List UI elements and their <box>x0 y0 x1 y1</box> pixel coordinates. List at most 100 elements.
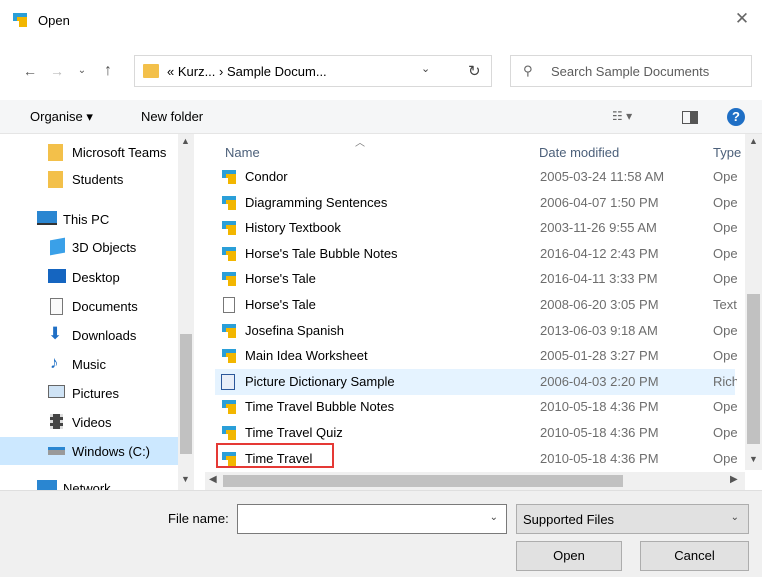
file-row[interactable]: Main Idea Worksheet 2005-01-28 3:27 PM Ope… <box>215 343 737 369</box>
column-header-type[interactable]: Type <box>713 145 741 160</box>
cancel-button[interactable]: Cancel <box>640 541 749 571</box>
file-type: Oper <box>713 425 737 440</box>
file-name-input[interactable]: ⌄ <box>237 504 507 534</box>
file-row[interactable]: History Textbook 2003-11-26 9:55 AM Oper <box>215 215 737 241</box>
downloads-icon: ⬇ <box>48 324 63 343</box>
address-bar[interactable]: « Kurz... › Sample Docum... ⌄ ↻ <box>134 55 492 87</box>
sidebar-item-microsoft-teams[interactable]: Microsoft Teams <box>0 138 178 166</box>
file-name: Josefina Spanish <box>245 322 345 338</box>
scroll-up-icon[interactable]: ▲ <box>749 136 758 146</box>
scroll-left-icon[interactable]: ◀ <box>209 474 217 485</box>
file-name: Time Travel Quiz <box>245 425 343 440</box>
file-type: Oper <box>713 450 737 466</box>
folder-icon <box>48 144 63 161</box>
word-document-icon <box>221 373 235 390</box>
drive-icon <box>48 447 65 455</box>
view-options-icon[interactable]: ☷ ▾ <box>612 109 632 123</box>
file-date-modified: 2013-06-03 9:18 AM <box>540 322 658 338</box>
scroll-down-icon[interactable]: ▼ <box>749 454 758 464</box>
sidebar-item-network[interactable]: Network <box>0 474 178 490</box>
sidebar-item-desktop[interactable]: Desktop <box>0 263 178 291</box>
search-icon: ⚲ <box>523 63 533 78</box>
kurzweil-document-icon <box>222 221 236 236</box>
file-name: Horse's Tale <box>245 297 316 312</box>
file-type: Rich <box>713 373 737 389</box>
file-date-modified: 2016-04-11 3:33 PM <box>540 271 658 287</box>
folder-icon <box>143 64 159 78</box>
open-button[interactable]: Open <box>516 541 622 571</box>
column-header-date[interactable]: Date modified <box>539 145 619 160</box>
file-date-modified: 2016-04-12 2:43 PM <box>540 245 659 261</box>
help-icon[interactable]: ? <box>727 108 745 126</box>
up-button[interactable]: ↑ <box>98 61 118 81</box>
app-icon <box>13 13 27 27</box>
scroll-right-icon[interactable]: ▶ <box>730 474 738 485</box>
chevron-down-icon[interactable]: ⌄ <box>421 62 430 75</box>
preview-pane-icon[interactable] <box>682 111 698 124</box>
search-input[interactable]: ⚲ Search Sample Documents <box>510 55 752 87</box>
scroll-down-icon[interactable]: ▼ <box>181 474 190 484</box>
sidebar-item-videos[interactable]: Videos <box>0 408 178 436</box>
file-row[interactable]: Condor 2005-03-24 11:58 AM Oper <box>215 164 737 190</box>
sidebar-item-students[interactable]: Students <box>0 165 178 193</box>
file-row[interactable]: Horse's Tale 2016-04-11 3:33 PM Oper <box>215 266 737 292</box>
recent-locations-button[interactable]: ⌄ <box>72 61 92 81</box>
navigation-pane: Microsoft Teams Students This PC 3D Obje… <box>0 134 194 490</box>
file-type-value: Supported Files <box>523 512 615 527</box>
file-row[interactable]: Horse's Tale Bubble Notes 2016-04-12 2:43… <box>215 241 737 267</box>
chevron-down-icon[interactable]: ⌄ <box>731 512 739 523</box>
file-date-modified: 2006-04-03 2:20 PM <box>540 373 659 389</box>
file-list-vertical-scrollbar[interactable]: ▲ ▼ <box>745 134 762 470</box>
file-name: Horse's Tale Bubble Notes <box>245 245 398 261</box>
file-date-modified: 2003-11-26 9:55 AM <box>540 220 657 236</box>
close-button[interactable]: ✕ <box>730 8 754 30</box>
navigation-scrollbar[interactable]: ▲ ▼ <box>178 134 194 490</box>
kurzweil-document-icon <box>222 195 236 210</box>
documents-icon <box>50 298 63 315</box>
sidebar-item-this-pc[interactable]: This PC <box>0 205 178 233</box>
organise-button[interactable]: Organise ▾ <box>30 109 93 125</box>
file-list-horizontal-scrollbar[interactable]: ◀ ▶ <box>205 472 745 490</box>
sort-ascending-icon: ︿ <box>355 138 365 149</box>
file-type: Oper <box>713 169 737 184</box>
file-row[interactable]: Time Travel Bubble Notes 2010-05-18 4:36 … <box>215 394 737 420</box>
file-type: Oper <box>713 271 737 287</box>
scrollbar-thumb[interactable] <box>747 294 760 444</box>
sidebar-item-3d-objects[interactable]: 3D Objects <box>0 233 178 261</box>
file-name: Diagramming Sentences <box>245 194 388 210</box>
file-row[interactable]: Diagramming Sentences 2006-04-07 1:50 PM O… <box>215 190 737 216</box>
file-date-modified: 2006-04-07 1:50 PM <box>540 194 659 210</box>
column-header-name[interactable]: Name <box>225 145 260 160</box>
sidebar-item-documents[interactable]: Documents <box>0 292 178 320</box>
kurzweil-document-icon <box>222 426 236 440</box>
new-folder-button[interactable]: New folder <box>141 109 203 124</box>
desktop-icon <box>48 269 66 283</box>
file-row[interactable]: Picture Dictionary Sample 2006-04-03 2:20… <box>215 368 737 395</box>
file-row[interactable]: Horse's Tale 2008-06-20 3:05 PM Text <box>215 292 737 318</box>
scrollbar-thumb[interactable] <box>223 475 623 487</box>
file-name-label: File name: <box>168 511 229 526</box>
file-list: Name ︿ Date modified Type Condor 2005-03-… <box>205 134 745 474</box>
file-date-modified: 2010-05-18 4:36 PM <box>540 399 659 415</box>
highlight-annotation <box>216 443 334 468</box>
folder-icon <box>48 171 63 188</box>
forward-button[interactable]: → <box>47 61 67 81</box>
sidebar-item-downloads[interactable]: ⬇ Downloads <box>0 321 178 349</box>
back-button[interactable]: ← <box>20 61 40 81</box>
file-type: Oper <box>713 399 737 415</box>
sidebar-item-windows-c[interactable]: Windows (C:) <box>0 437 178 465</box>
sidebar-item-pictures[interactable]: Pictures <box>0 379 178 407</box>
file-type: Oper <box>713 322 737 338</box>
kurzweil-document-icon <box>222 323 236 338</box>
file-type-select[interactable]: Supported Files ⌄ <box>516 504 749 534</box>
scrollbar-thumb[interactable] <box>180 334 192 454</box>
chevron-down-icon[interactable]: ⌄ <box>490 512 498 523</box>
breadcrumb[interactable]: « Kurz... › Sample Docum... <box>167 64 327 79</box>
scroll-up-icon[interactable]: ▲ <box>181 136 190 146</box>
file-type: Oper <box>713 194 737 210</box>
file-row[interactable]: Josefina Spanish 2013-06-03 9:18 AM Oper <box>215 318 737 344</box>
sidebar-item-music[interactable]: ♪ Music <box>0 350 178 378</box>
videos-icon <box>50 414 63 429</box>
refresh-icon[interactable]: ↻ <box>468 62 481 80</box>
file-name: Main Idea Worksheet <box>245 348 368 364</box>
